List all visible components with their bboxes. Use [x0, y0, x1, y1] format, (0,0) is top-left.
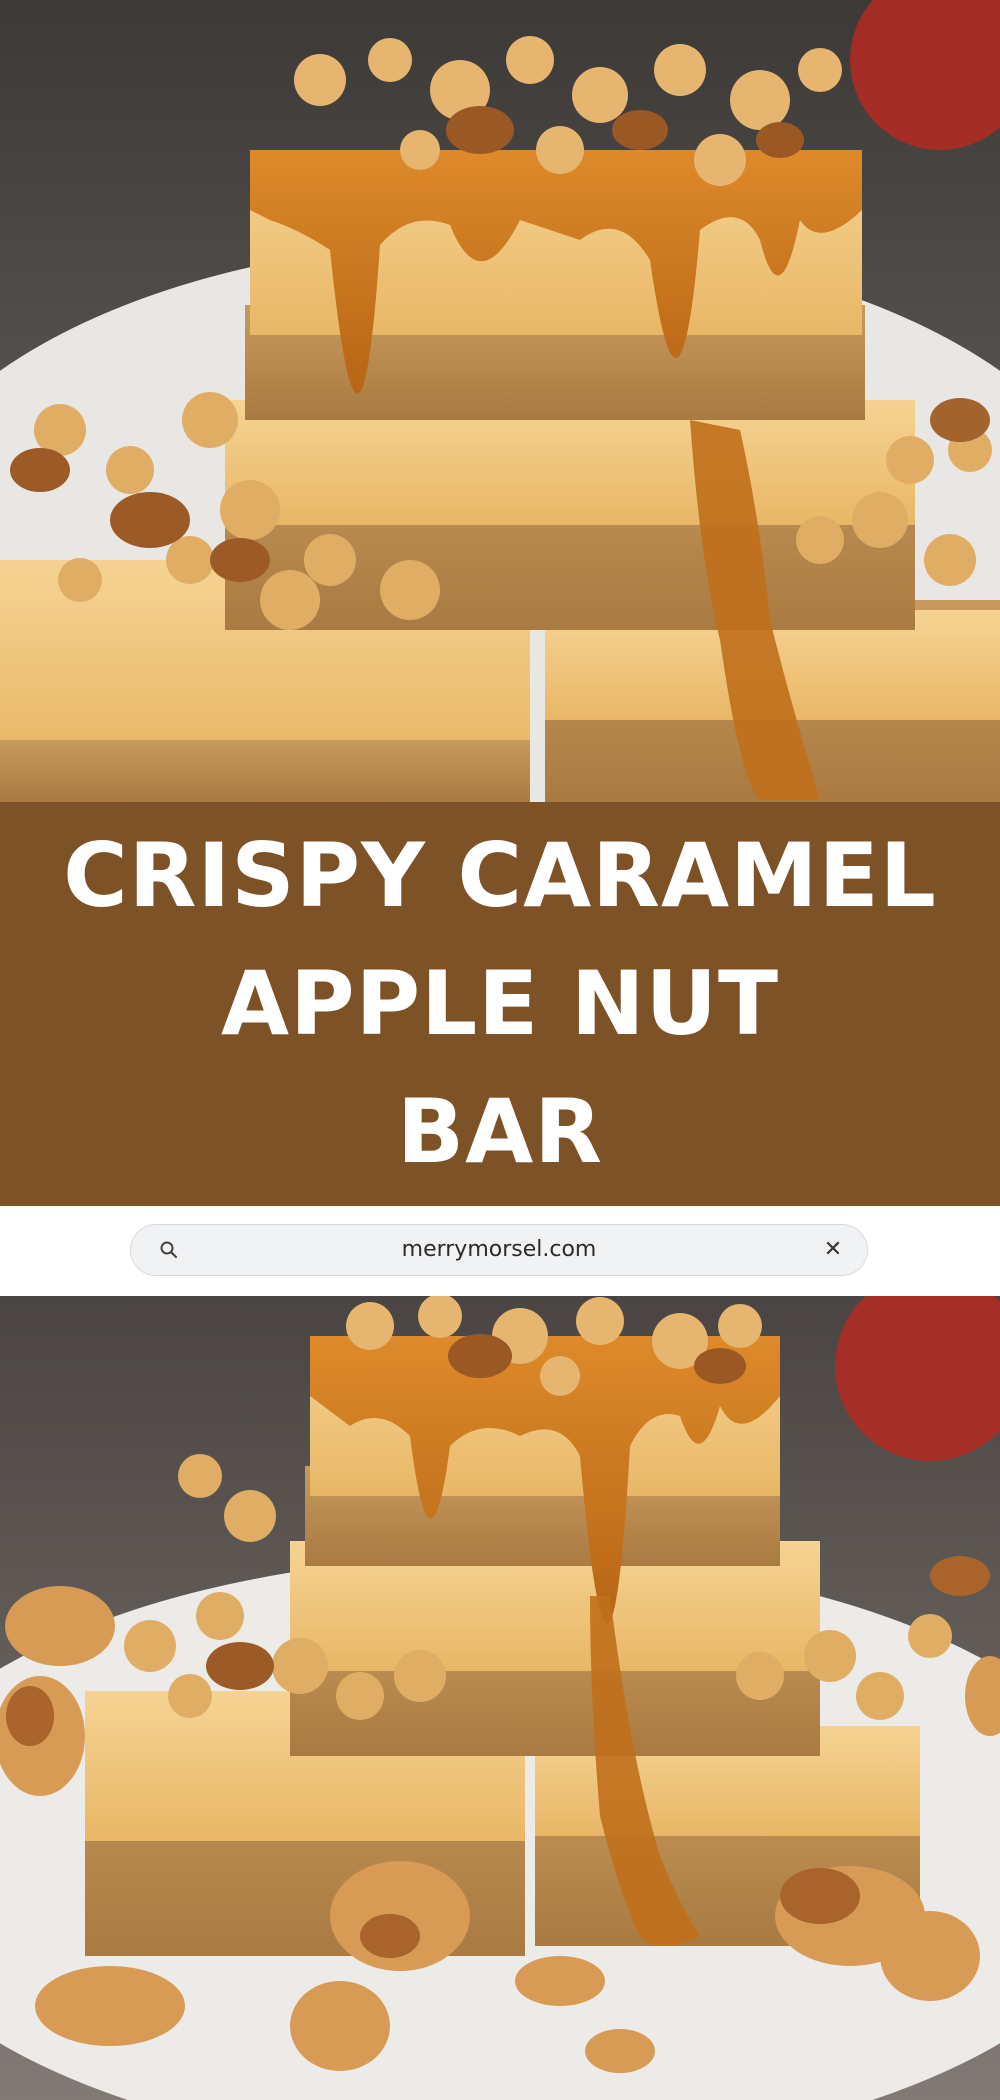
title-line-2: APPLE NUT [220, 952, 780, 1055]
url-text[interactable]: merrymorsel.com [131, 1225, 867, 1275]
close-icon[interactable]: ✕ [821, 1238, 845, 1262]
url-search-bar[interactable]: merrymorsel.com ✕ [130, 1224, 868, 1276]
food-photo-bottom [0, 1296, 1000, 2100]
title-line-3: BAR [397, 1080, 603, 1183]
food-photo-top [0, 0, 1000, 802]
title-banner: CRISPY CARAMEL APPLE NUT BAR [0, 802, 1000, 1206]
search-icon [159, 1240, 179, 1260]
url-bar-strip: merrymorsel.com ✕ [0, 1206, 1000, 1296]
title-line-1: CRISPY CARAMEL [63, 824, 937, 927]
